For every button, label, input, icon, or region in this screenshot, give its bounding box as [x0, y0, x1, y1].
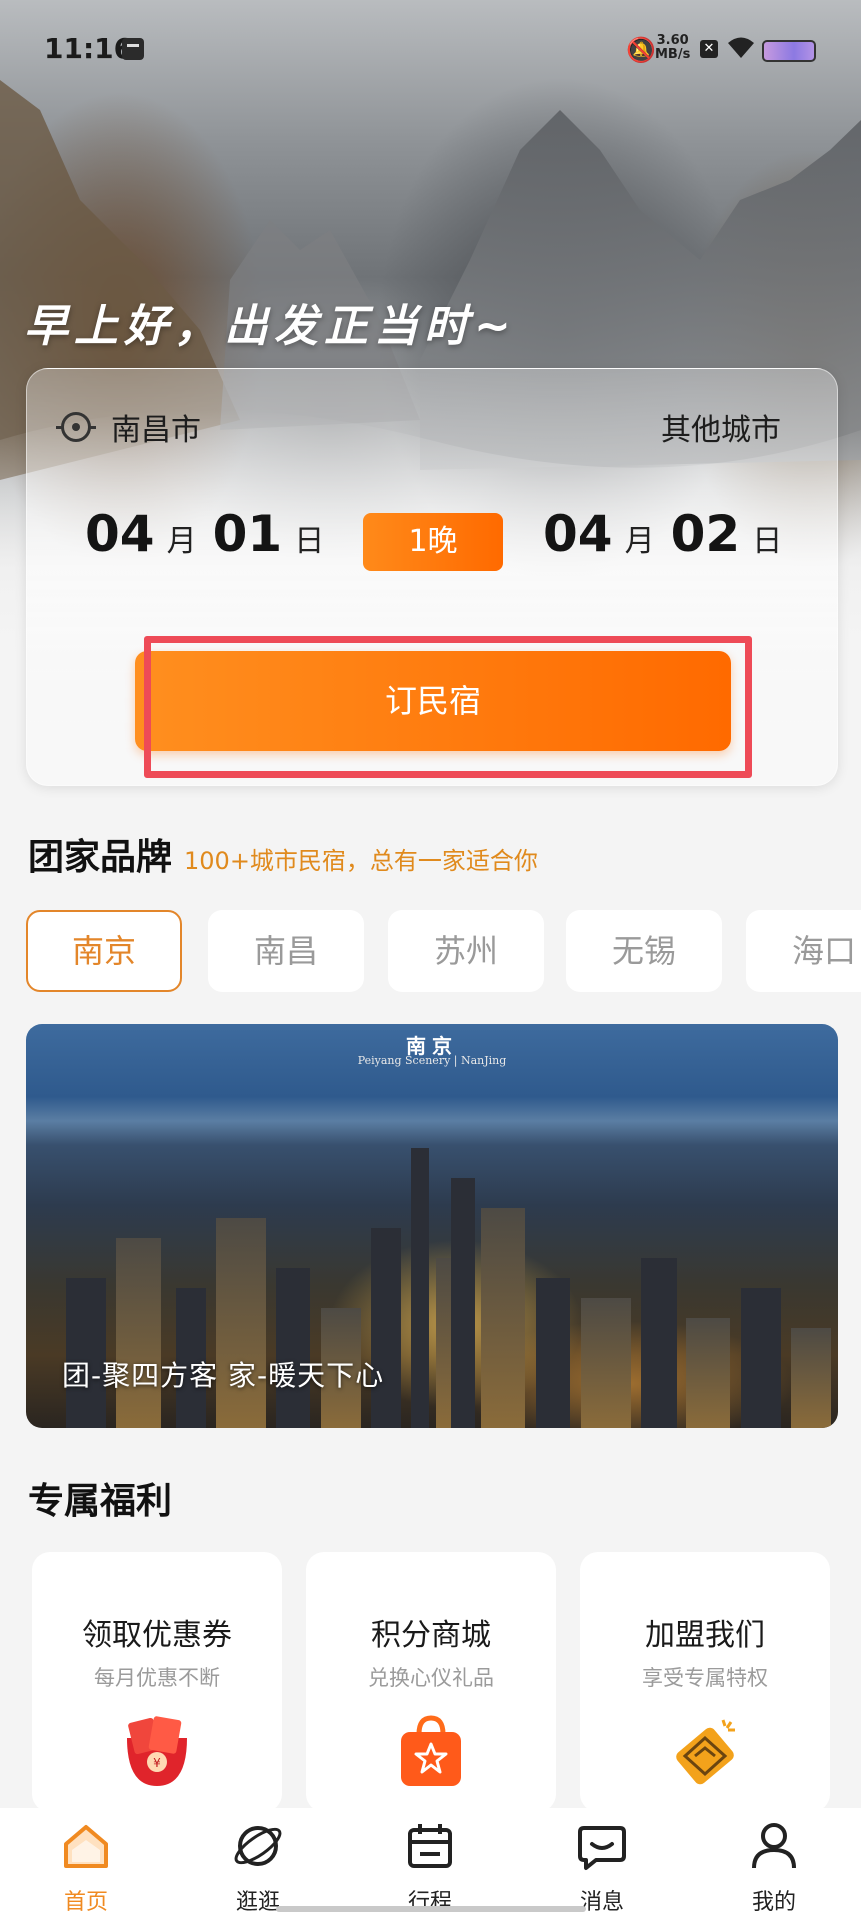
city-tab-wuxi[interactable]: 无锡 — [566, 910, 722, 992]
booking-card: 南昌市 其他城市 04 月 01 日 04 月 02 日 1晚 订民宿 — [26, 368, 838, 786]
status-time: 11:16 — [44, 32, 134, 65]
city-tab-nanjing[interactable]: 南京 — [26, 910, 182, 992]
tab-home[interactable]: 首页 — [0, 1808, 172, 1920]
tab-explore[interactable]: 逛逛 — [172, 1808, 344, 1920]
check-out-month: 04 — [543, 505, 613, 563]
status-bar: 11:16 🔕 3.60 MB/s ✕ — [0, 0, 861, 100]
tab-itinerary[interactable]: 行程 — [344, 1808, 516, 1920]
red-envelope-icon: ¥ — [127, 1716, 187, 1786]
check-in-day: 01 — [212, 505, 283, 563]
month-unit: 月 — [166, 524, 197, 559]
brand-title: 团家品牌 — [28, 837, 173, 878]
month-unit: 月 — [624, 524, 655, 559]
benefits-title: 专属福利 — [28, 1481, 173, 1522]
shopping-bag-star-icon — [401, 1715, 461, 1786]
net-speed-value: 3.60 — [656, 33, 689, 48]
tab-label: 首页 — [63, 1890, 108, 1915]
benefit-card-subtitle: 每月优惠不断 — [94, 1666, 220, 1690]
handshake-icon — [676, 1719, 735, 1785]
book-homestay-button[interactable]: 订民宿 — [135, 651, 731, 751]
check-in-month: 04 — [85, 505, 155, 563]
city-tab-suzhou[interactable]: 苏州 — [388, 910, 544, 992]
check-out-date[interactable]: 04 月 02 日 — [543, 505, 798, 563]
home-icon — [64, 1825, 108, 1868]
net-speed: 3.60 MB/s — [655, 34, 690, 62]
benefit-card-subtitle: 兑换心仪礼品 — [368, 1666, 494, 1690]
benefit-card-title: 加盟我们 — [645, 1618, 765, 1653]
benefit-card-subtitle: 享受专属特权 — [642, 1666, 768, 1690]
calendar-icon — [408, 1824, 452, 1868]
check-in-date[interactable]: 04 月 01 日 — [85, 505, 340, 563]
tab-messages[interactable]: 消息 — [516, 1808, 688, 1920]
greeting-text: 早上好，出发正当时~ — [24, 301, 517, 352]
day-unit: 日 — [752, 524, 783, 559]
tab-label: 我的 — [751, 1890, 796, 1915]
sim-off-icon: ✕ — [700, 40, 718, 58]
brand-subtitle: 100+城市民宿，总有一家适合你 — [184, 847, 538, 875]
join-us-card[interactable]: 加盟我们 享受专属特权 — [580, 1552, 830, 1812]
coupon-card[interactable]: 领取优惠券 每月优惠不断 ¥ — [32, 1552, 282, 1812]
message-icon — [578, 1826, 626, 1870]
svg-text:¥: ¥ — [153, 1756, 161, 1770]
brand-header: 团家品牌 100+城市民宿，总有一家适合你 — [28, 828, 538, 880]
nights-badge: 1晚 — [363, 513, 503, 571]
city-tab-haikou[interactable]: 海口 — [746, 910, 861, 992]
banner-caption: 团-聚四方客 家-暖天下心 — [62, 1359, 385, 1392]
profile-icon — [752, 1823, 796, 1869]
day-unit: 日 — [294, 524, 325, 559]
other-city-link[interactable]: 其他城市 — [661, 405, 781, 449]
check-out-day: 02 — [670, 505, 741, 563]
city-tab-nanchang[interactable]: 南昌 — [208, 910, 364, 992]
wifi-icon — [726, 34, 756, 66]
current-location[interactable]: 南昌市 — [56, 405, 201, 449]
city-tabs: 南京 南昌 苏州 无锡 海口 — [26, 910, 861, 992]
locate-icon — [56, 412, 96, 442]
planet-icon — [234, 1826, 282, 1866]
benefit-card-title: 领取优惠券 — [82, 1618, 232, 1653]
current-city: 南昌市 — [111, 413, 201, 448]
banner-logo-subtitle: Peiyang Scenery | NanJing — [357, 1054, 507, 1067]
notification-icon — [122, 38, 144, 60]
bottom-tab-bar: 首页 逛逛 行程 消息 我的 — [0, 1808, 861, 1920]
benefit-card-title: 积分商城 — [371, 1618, 491, 1653]
net-speed-unit: MB/s — [655, 47, 691, 62]
points-mall-card[interactable]: 积分商城 兑换心仪礼品 — [306, 1552, 556, 1812]
city-banner[interactable]: 南京 Peiyang Scenery | NanJing 团-聚四方客 家-暖天… — [26, 1024, 838, 1428]
mute-bell-icon: 🔕 — [626, 36, 656, 64]
battery-icon — [762, 40, 816, 62]
home-indicator — [276, 1906, 586, 1912]
tab-profile[interactable]: 我的 — [688, 1808, 860, 1920]
